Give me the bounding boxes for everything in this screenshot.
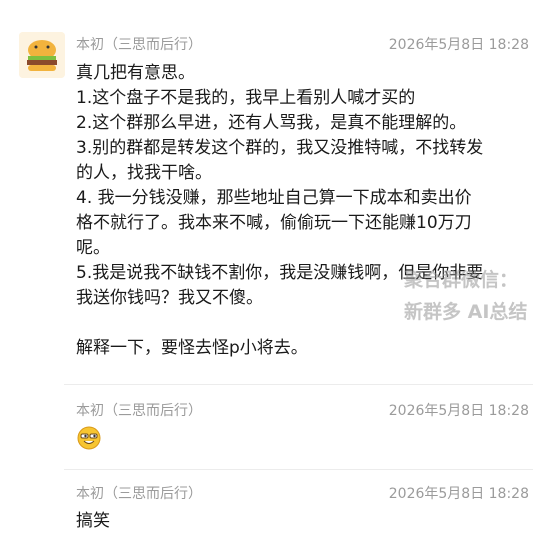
message-line: 1.这个盘子不是我的，我早上看别人喊才买的 [76, 88, 416, 108]
watermark-line: 聚合群微信： [404, 269, 519, 291]
divider [64, 384, 533, 385]
message-line: 搞笑 [76, 511, 110, 531]
avatar[interactable] [19, 32, 65, 78]
timestamp: 2026年5月8日 18:28 [388, 403, 529, 419]
timestamp: 2026年5月8日 18:28 [388, 37, 529, 53]
sender-name[interactable]: 本初（三思而后行） [76, 483, 202, 503]
message-header: 本初（三思而后行） 2026年5月8日 18:28 [76, 34, 529, 54]
message-line: 4. 我一分钱没赚，那些地址自己算一下成本和卖出价 [76, 188, 472, 208]
message-line: 3.别的群都是转发这个群的，我又没推特喊，不找转发 [76, 138, 484, 158]
watermark: 聚合群微信： 新群多 AI总结 [404, 264, 553, 328]
divider [64, 469, 533, 470]
message-line: 格不就行了。我本来不喊，偷偷玩一下还能赚10万刀 [76, 213, 472, 233]
sender-name[interactable]: 本初（三思而后行） [76, 400, 202, 420]
message-text: 搞笑 [76, 509, 535, 534]
message-header: 本初（三思而后行） 2026年5月8日 18:28 [76, 483, 529, 503]
message-line: 的人，找我干啥。 [76, 163, 212, 183]
message-header: 本初（三思而后行） 2026年5月8日 18:28 [76, 400, 529, 420]
grinning-face-sunglasses-emoji-icon [77, 426, 101, 450]
sender-name[interactable]: 本初（三思而后行） [76, 34, 202, 54]
message-line: 解释一下，要怪去怪p小将去。 [76, 338, 308, 358]
watermark-line: 新群多 AI总结 [404, 301, 528, 323]
message-line: 真几把有意思。 [76, 63, 195, 83]
message-line: 呢。 [76, 238, 110, 258]
message-line: 2.这个群那么早进，还有人骂我，是真不能理解的。 [76, 113, 467, 133]
burger-avatar-icon [19, 32, 65, 78]
timestamp: 2026年5月8日 18:28 [388, 486, 529, 502]
